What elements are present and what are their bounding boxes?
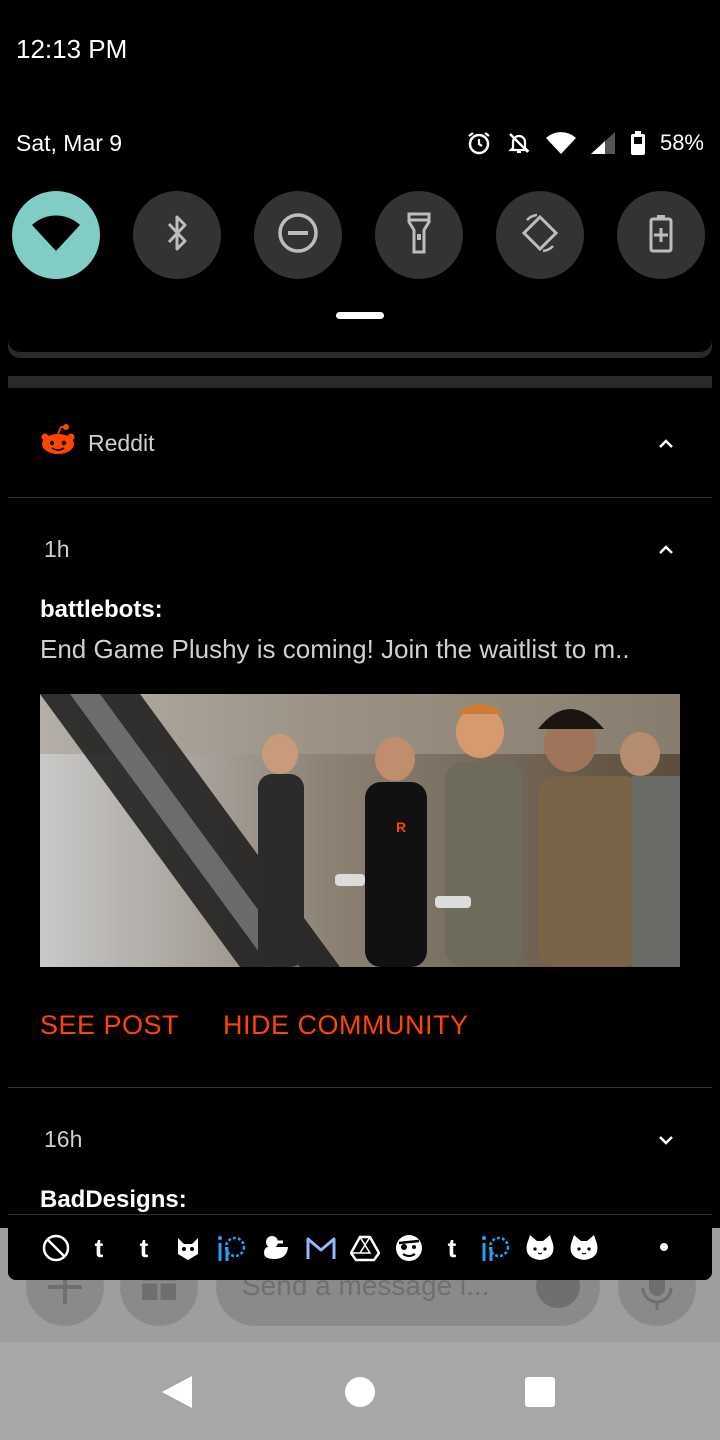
notification-body: End Game Plushy is coming! Join the wait… — [40, 634, 630, 664]
pirate-face-icon — [393, 1232, 425, 1264]
flashlight-icon — [404, 212, 434, 259]
collapse-group-icon[interactable] — [656, 434, 676, 454]
drive-icon — [349, 1232, 381, 1264]
collapse-notification-icon[interactable] — [656, 540, 676, 560]
notification-title: battlebots: — [40, 596, 163, 623]
hide-community-button[interactable]: HIDE COMMUNITY — [223, 1010, 469, 1041]
gmail-icon — [305, 1232, 337, 1264]
bluetooth-icon — [162, 213, 192, 258]
auto-rotate-icon — [519, 212, 561, 259]
auto-rotate-tile[interactable] — [496, 191, 584, 279]
home-button[interactable] — [345, 1377, 375, 1407]
reddit-logo-icon — [40, 424, 76, 461]
notification-title: BadDesigns: — [40, 1186, 187, 1212]
cat-face-icon — [172, 1232, 204, 1264]
ifttt-icon — [480, 1232, 512, 1264]
notifications-off-icon — [504, 128, 534, 158]
reddit-notification-group: Reddit 1h battlebots: End Game Plushy is… — [8, 362, 712, 1280]
recents-button[interactable] — [525, 1377, 555, 1407]
notification-separator — [8, 376, 712, 388]
wifi-icon — [31, 213, 81, 258]
cat-icon — [524, 1232, 556, 1264]
wifi-tile[interactable] — [12, 191, 100, 279]
flashlight-tile[interactable] — [375, 191, 463, 279]
tumblr-icon: t — [139, 1232, 149, 1263]
duck-icon — [260, 1232, 292, 1264]
wifi-status-icon — [544, 128, 578, 158]
divider — [8, 497, 712, 498]
back-button[interactable] — [162, 1376, 192, 1408]
battery-percent: 58% — [659, 130, 704, 155]
tumblr-icon: t — [447, 1232, 457, 1263]
more-icons-dot — [660, 1243, 668, 1251]
notification-image[interactable]: R — [40, 694, 680, 967]
see-post-button[interactable]: SEE POST — [40, 1010, 179, 1041]
ifttt-icon — [216, 1232, 248, 1264]
qs-date: Sat, Mar 9 — [16, 130, 123, 156]
do-not-disturb-icon — [277, 212, 319, 259]
divider — [8, 1087, 712, 1088]
battery-saver-tile[interactable] — [617, 191, 705, 279]
tumblr-icon: t — [94, 1232, 104, 1263]
qs-drag-handle[interactable] — [336, 312, 384, 319]
cat-icon — [568, 1232, 600, 1264]
expand-notification-icon[interactable] — [656, 1130, 676, 1150]
battery-icon — [628, 128, 648, 158]
qs-status-icons: 58% — [464, 128, 704, 158]
bluetooth-tile[interactable] — [133, 191, 221, 279]
alarm-icon — [464, 128, 494, 158]
dnd-tile[interactable] — [254, 191, 342, 279]
svg-text:R: R — [396, 819, 406, 835]
notification-app-name: Reddit — [88, 430, 155, 456]
status-clock: 12:13 PM — [16, 34, 128, 64]
blocked-icon — [40, 1232, 72, 1264]
notification-time: 1h — [44, 536, 70, 562]
notification-time: 16h — [44, 1126, 83, 1152]
cellular-signal-icon — [588, 128, 618, 158]
battery-saver-icon — [648, 213, 674, 258]
